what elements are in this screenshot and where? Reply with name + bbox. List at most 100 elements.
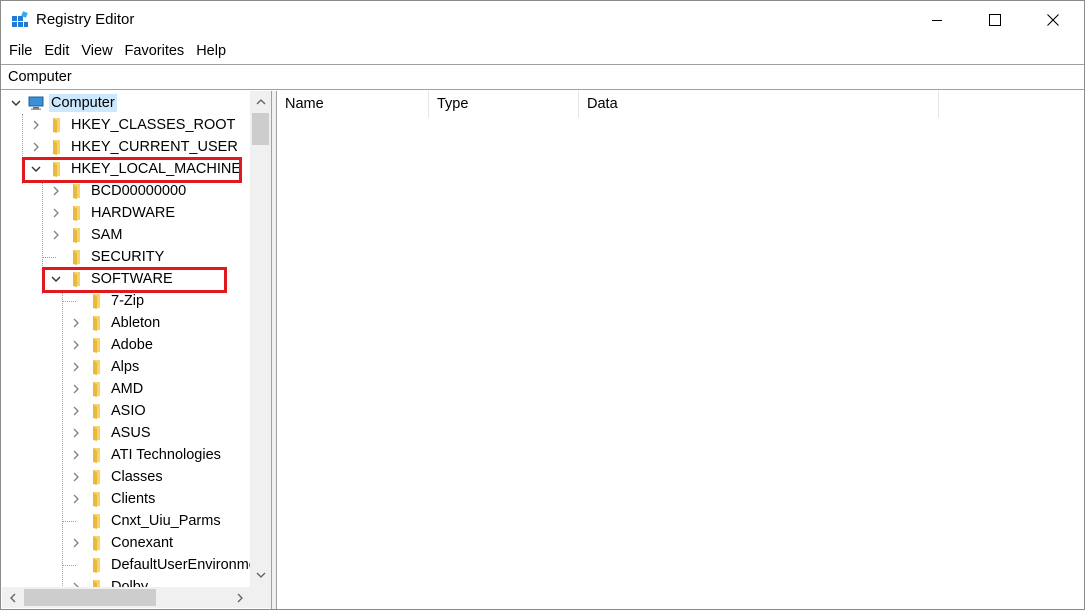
folder-icon xyxy=(93,470,100,485)
tree-item[interactable]: HKEY_CLASSES_ROOT xyxy=(28,114,237,136)
tree-item[interactable]: Clients xyxy=(68,488,157,510)
registry-key-tree[interactable]: Computer HKEY_CLASSES_ROOT HKEY_CURRENT_US… xyxy=(2,91,250,587)
tree-expander[interactable] xyxy=(48,224,64,246)
tree-item-label: HKEY_LOCAL_MACHINE xyxy=(71,161,242,177)
column-header-data[interactable]: Data xyxy=(579,91,939,118)
tree-item[interactable]: BCD00000000 xyxy=(48,180,188,202)
chevron-right-icon xyxy=(73,340,79,350)
tree-expander[interactable] xyxy=(68,422,84,444)
tree-expander[interactable] xyxy=(68,356,84,378)
tree-item-icon-wrap xyxy=(64,205,89,221)
tree-expander[interactable] xyxy=(48,268,64,290)
registry-editor-app-icon xyxy=(12,11,28,27)
menu-bar: File Edit View Favorites Help xyxy=(1,39,1084,63)
tree-item-label: BCD00000000 xyxy=(91,183,187,199)
tree-item-label: Cnxt_Uiu_Parms xyxy=(111,513,221,529)
tree-item-icon-wrap xyxy=(84,315,109,331)
chevron-right-icon xyxy=(53,186,59,196)
tree-item-label: Computer xyxy=(49,94,117,112)
tree-expander[interactable] xyxy=(68,444,84,466)
tree-item[interactable]: SAM xyxy=(48,224,124,246)
tree-item-icon-wrap xyxy=(84,469,109,485)
chevron-right-icon xyxy=(237,593,243,602)
folder-icon xyxy=(93,580,100,587)
minimize-button[interactable] xyxy=(908,1,966,39)
folder-icon xyxy=(73,228,80,243)
tree-expander[interactable] xyxy=(48,180,64,202)
folder-icon xyxy=(93,558,100,573)
tree-item[interactable]: Cnxt_Uiu_Parms xyxy=(68,510,223,532)
tree-vertical-scrollbar[interactable] xyxy=(250,91,271,587)
tree-expander[interactable] xyxy=(28,136,44,158)
tree-item[interactable]: HARDWARE xyxy=(48,202,177,224)
tree-item[interactable]: DefaultUserEnvironment xyxy=(68,554,250,576)
tree-expander[interactable] xyxy=(68,488,84,510)
scroll-down-arrow[interactable] xyxy=(252,566,269,583)
tree-item[interactable]: SOFTWARE xyxy=(48,268,175,290)
minimize-icon xyxy=(932,20,942,21)
column-header-name[interactable]: Name xyxy=(277,91,429,118)
scroll-right-arrow[interactable] xyxy=(231,589,248,606)
chevron-up-icon xyxy=(256,98,265,104)
tree-expander[interactable] xyxy=(68,576,84,587)
title-bar[interactable]: Registry Editor xyxy=(1,1,1084,39)
menu-edit[interactable]: Edit xyxy=(38,41,75,61)
chevron-down-icon xyxy=(11,100,21,106)
tree-item[interactable]: 7-Zip xyxy=(68,290,146,312)
chevron-right-icon xyxy=(33,120,39,130)
tree-item[interactable]: Ableton xyxy=(68,312,162,334)
tree-expander[interactable] xyxy=(68,400,84,422)
tree-item[interactable]: ASIO xyxy=(68,400,148,422)
tree-item[interactable]: Alps xyxy=(68,356,141,378)
maximize-button[interactable] xyxy=(966,1,1024,39)
tree-item[interactable]: SECURITY xyxy=(48,246,166,268)
chevron-right-icon xyxy=(73,538,79,548)
tree-expander[interactable] xyxy=(68,312,84,334)
tree-item[interactable]: HKEY_CURRENT_USER xyxy=(28,136,240,158)
tree-connector xyxy=(62,301,76,302)
scroll-up-arrow[interactable] xyxy=(252,93,269,110)
tree-expander[interactable] xyxy=(68,532,84,554)
close-button[interactable] xyxy=(1024,1,1082,39)
tree-expander[interactable] xyxy=(8,92,24,114)
tree-item[interactable]: Conexant xyxy=(68,532,175,554)
tree-item-label: Clients xyxy=(111,491,156,507)
tree-item-icon-wrap xyxy=(64,271,89,287)
tree-item-icon-wrap xyxy=(44,117,69,133)
tree-item-icon-wrap xyxy=(84,491,109,507)
tree-item[interactable]: ATI Technologies xyxy=(68,444,223,466)
tree-item[interactable]: AMD xyxy=(68,378,145,400)
chevron-right-icon xyxy=(53,230,59,240)
address-bar[interactable]: Computer xyxy=(1,64,1084,90)
tree-expander[interactable] xyxy=(68,466,84,488)
scroll-left-arrow[interactable] xyxy=(4,589,21,606)
menu-file[interactable]: File xyxy=(3,41,38,61)
tree-item-label: HARDWARE xyxy=(91,205,176,221)
tree-guide-line xyxy=(62,290,63,587)
tree-expander[interactable] xyxy=(28,158,44,180)
folder-icon xyxy=(73,250,80,265)
tree-connector xyxy=(62,565,76,566)
tree-item-icon-wrap xyxy=(84,381,109,397)
horizontal-scroll-thumb[interactable] xyxy=(24,589,156,606)
folder-icon xyxy=(93,316,100,331)
tree-item[interactable]: ASUS xyxy=(68,422,153,444)
tree-item[interactable]: HKEY_LOCAL_MACHINE xyxy=(28,158,243,180)
tree-item[interactable]: Adobe xyxy=(68,334,155,356)
chevron-down-icon xyxy=(51,276,61,282)
tree-horizontal-scrollbar[interactable] xyxy=(2,587,250,608)
folder-icon xyxy=(73,272,80,287)
tree-expander[interactable] xyxy=(28,114,44,136)
values-list-pane[interactable]: Name Type Data xyxy=(277,91,1084,609)
menu-favorites[interactable]: Favorites xyxy=(119,41,191,61)
tree-expander[interactable] xyxy=(68,378,84,400)
tree-item[interactable]: Computer xyxy=(8,92,117,114)
vertical-scroll-thumb[interactable] xyxy=(252,113,269,145)
column-header-type[interactable]: Type xyxy=(429,91,579,118)
menu-help[interactable]: Help xyxy=(190,41,232,61)
tree-expander[interactable] xyxy=(68,334,84,356)
tree-expander[interactable] xyxy=(48,202,64,224)
tree-item[interactable]: Dolby xyxy=(68,576,150,587)
tree-item[interactable]: Classes xyxy=(68,466,165,488)
menu-view[interactable]: View xyxy=(75,41,118,61)
